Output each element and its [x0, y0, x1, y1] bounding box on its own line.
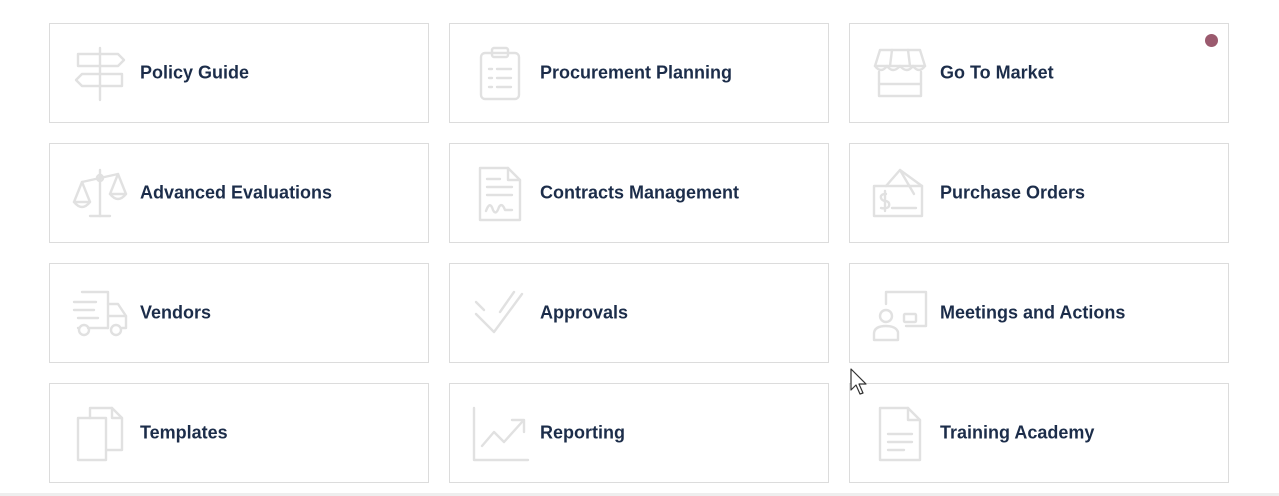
tile-label: Templates	[140, 422, 228, 443]
tile-purchase-orders[interactable]: Purchase Orders	[849, 143, 1229, 243]
checkmark-icon	[470, 284, 530, 344]
delivery-truck-icon	[70, 284, 130, 344]
tile-reporting[interactable]: Reporting	[449, 383, 829, 483]
tile-go-to-market[interactable]: Go To Market	[849, 23, 1229, 123]
storefront-icon	[870, 44, 930, 104]
presenter-board-icon	[870, 284, 930, 344]
cheque-icon	[870, 164, 930, 224]
tile-policy-guide[interactable]: Policy Guide	[49, 23, 429, 123]
mouse-cursor-icon	[850, 368, 870, 396]
tile-label: Go To Market	[940, 62, 1054, 83]
tile-label: Vendors	[140, 302, 212, 323]
notification-dot	[1205, 34, 1218, 47]
tile-label: Policy Guide	[140, 62, 250, 83]
balance-scale-icon	[70, 164, 130, 224]
tile-label: Training Academy	[940, 422, 1095, 443]
tile-contracts-management[interactable]: Contracts Management	[449, 143, 829, 243]
tile-label: Contracts Management	[540, 182, 740, 203]
tile-meetings-and-actions[interactable]: Meetings and Actions	[849, 263, 1229, 363]
tile-approvals[interactable]: Approvals	[449, 263, 829, 363]
tile-label: Approvals	[540, 302, 629, 323]
tile-templates[interactable]: Templates	[49, 383, 429, 483]
tile-advanced-evaluations[interactable]: Advanced Evaluations	[49, 143, 429, 243]
tile-label: Procurement Planning	[540, 62, 733, 83]
tile-vendors[interactable]: Vendors	[49, 263, 429, 363]
tile-label: Meetings and Actions	[940, 302, 1126, 323]
clipboard-list-icon	[470, 44, 530, 104]
tile-label: Purchase Orders	[940, 182, 1086, 203]
tile-label: Reporting	[540, 422, 625, 443]
tile-training-academy[interactable]: Training Academy	[849, 383, 1229, 483]
signed-document-icon	[470, 164, 530, 224]
trending-chart-icon	[470, 404, 530, 464]
document-lines-icon	[870, 404, 930, 464]
copy-documents-icon	[70, 404, 130, 464]
signpost-icon	[70, 44, 130, 104]
module-grid: Policy Guide Procurement Planning Go To …	[49, 23, 1229, 483]
tile-procurement-planning[interactable]: Procurement Planning	[449, 23, 829, 123]
tile-label: Advanced Evaluations	[140, 182, 333, 203]
